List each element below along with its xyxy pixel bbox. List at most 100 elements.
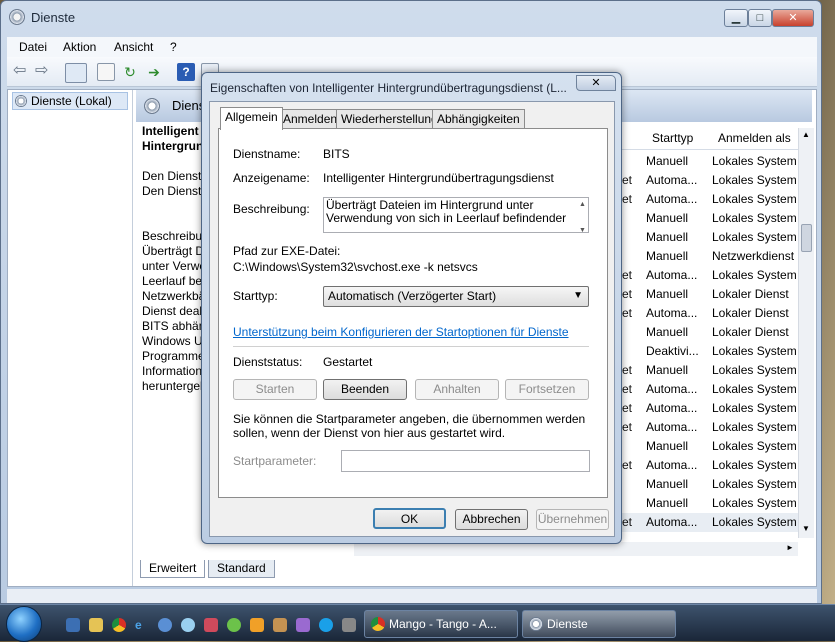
scroll-thumb[interactable] [801,224,812,252]
starttype-value: Automatisch (Verzögerter Start) [328,289,497,303]
starttype-cell: Automa... [646,382,698,396]
cancel-button[interactable]: Abbrechen [455,509,528,530]
taskbar: e Mango - Tango - A... Dienste [0,604,835,642]
tab-wiederherstellung[interactable]: Wiederherstellung [336,109,443,129]
forward-icon[interactable]: ⇨ [35,63,53,81]
starttype-cell: Automa... [646,401,698,415]
starttype-cell: Automa... [646,515,698,529]
back-icon[interactable]: ⇦ [13,63,31,81]
app-icon[interactable] [227,618,241,632]
description-box[interactable]: Überträgt Dateien im Hintergrund unter V… [323,197,589,234]
stop-button[interactable]: Beenden [323,379,407,400]
menu-aktion[interactable]: Aktion [63,40,96,54]
logon-cell: Lokales System [712,344,797,358]
logon-cell: Lokales System [712,401,797,415]
starttype-select[interactable]: Automatisch (Verzögerter Start) ▼ [323,286,589,307]
scroll-up-icon[interactable]: ▲ [802,130,810,139]
itunes-icon[interactable] [181,618,195,632]
column-anmelden-als[interactable]: Anmelden als [718,131,791,145]
starttype-cell: Automa... [646,306,698,320]
app-icon[interactable] [204,618,218,632]
tab-erweitert[interactable]: Erweitert [140,560,206,578]
task-label: Dienste [547,617,588,631]
media-player-icon[interactable] [158,618,172,632]
app-icon[interactable] [296,618,310,632]
help-icon[interactable]: ? [177,63,195,81]
skype-icon[interactable] [319,618,333,632]
gear-icon [9,9,25,25]
task-label: Mango - Tango - A... [389,617,497,631]
ie-icon[interactable]: e [135,618,149,632]
starttype-cell: Manuell [646,154,689,168]
app-icon[interactable] [342,618,356,632]
starttype-label: Starttyp: [233,289,278,303]
dialog-title: Eigenschaften von Intelligenter Hintergr… [210,81,567,95]
starttype-cell: Manuell [646,211,689,225]
export-icon[interactable]: ➔ [145,63,163,81]
starttype-cell: Manuell [646,287,689,301]
starttype-cell: Automa... [646,192,698,206]
description-text: Überträgt Dateien im Hintergrund unter V… [326,198,567,225]
chrome-icon [371,617,385,631]
logon-cell: Lokales System [712,439,797,453]
starttype-cell: Automa... [646,173,698,187]
logon-cell: Lokales System [712,477,797,491]
logon-cell: Lokales System [712,154,797,168]
scroll-right-icon[interactable]: ► [786,543,794,552]
separator [233,346,589,347]
chrome-icon[interactable] [112,618,126,632]
desktop-icon[interactable] [66,618,80,632]
task-chrome[interactable]: Mango - Tango - A... [364,610,518,638]
menu-datei[interactable]: Datei [19,40,47,54]
description-scrollbar[interactable]: ▲ ▼ [577,198,588,234]
start-parameters-input[interactable] [341,450,590,472]
tree-item-label: Dienste (Lokal) [31,94,112,108]
console-tree: Dienste (Lokal) [8,90,133,586]
app-icon[interactable] [273,618,287,632]
start-button[interactable] [6,606,42,642]
logon-cell: Lokales System [712,230,797,244]
starttype-cell: Manuell [646,439,689,453]
title-bar[interactable]: Dienste ▁ □ ✕ [1,1,823,35]
start-button[interactable]: Starten [233,379,317,400]
app-icon[interactable] [250,618,264,632]
starttype-cell: Manuell [646,363,689,377]
logon-cell: Lokales System [712,363,797,377]
tab-abhaengigkeiten[interactable]: Abhängigkeiten [432,109,525,129]
help-link[interactable]: Unterstützung beim Konfigurieren der Sta… [233,325,569,339]
close-button[interactable]: ✕ [772,9,814,27]
status-bar [7,589,817,603]
starttype-cell: Deaktivi... [646,344,699,358]
column-starttyp[interactable]: Starttyp [652,131,693,145]
task-dienste[interactable]: Dienste [522,610,676,638]
logon-cell: Lokales System [712,496,797,510]
logon-cell: Lokaler Dienst [712,325,789,339]
menu-help[interactable]: ? [170,40,177,54]
gear-icon [529,617,543,631]
tab-standard[interactable]: Standard [208,560,275,578]
properties-icon[interactable] [97,63,115,81]
resume-button[interactable]: Fortsetzen [505,379,589,400]
apply-button[interactable]: Übernehmen [536,509,609,530]
pause-button[interactable]: Anhalten [415,379,499,400]
display-name-label: Anzeigename: [233,171,310,185]
dialog-close-button[interactable]: ✕ [576,75,616,91]
maximize-button[interactable]: □ [748,9,772,27]
service-name-label: Dienstname: [233,147,301,161]
description-label: Beschreibung: [233,202,310,216]
console-tree-icon[interactable] [65,63,87,83]
properties-dialog: Eigenschaften von Intelligenter Hintergr… [201,72,622,544]
refresh-icon[interactable]: ↻ [121,63,139,81]
menu-ansicht[interactable]: Ansicht [114,40,153,54]
tab-anmelden[interactable]: Anmelden [278,109,343,129]
starttype-cell: Automa... [646,268,698,282]
logon-cell: Lokaler Dienst [712,287,789,301]
ok-button[interactable]: OK [373,508,446,529]
tree-item-services-local[interactable]: Dienste (Lokal) [12,92,128,110]
tab-allgemein[interactable]: Allgemein [220,107,283,130]
minimize-button[interactable]: ▁ [724,9,748,27]
horizontal-scrollbar[interactable]: ► [354,542,798,556]
explorer-icon[interactable] [89,618,103,632]
scroll-down-icon[interactable]: ▼ [802,524,810,533]
vertical-scrollbar[interactable]: ▲ ▼ [798,128,814,538]
